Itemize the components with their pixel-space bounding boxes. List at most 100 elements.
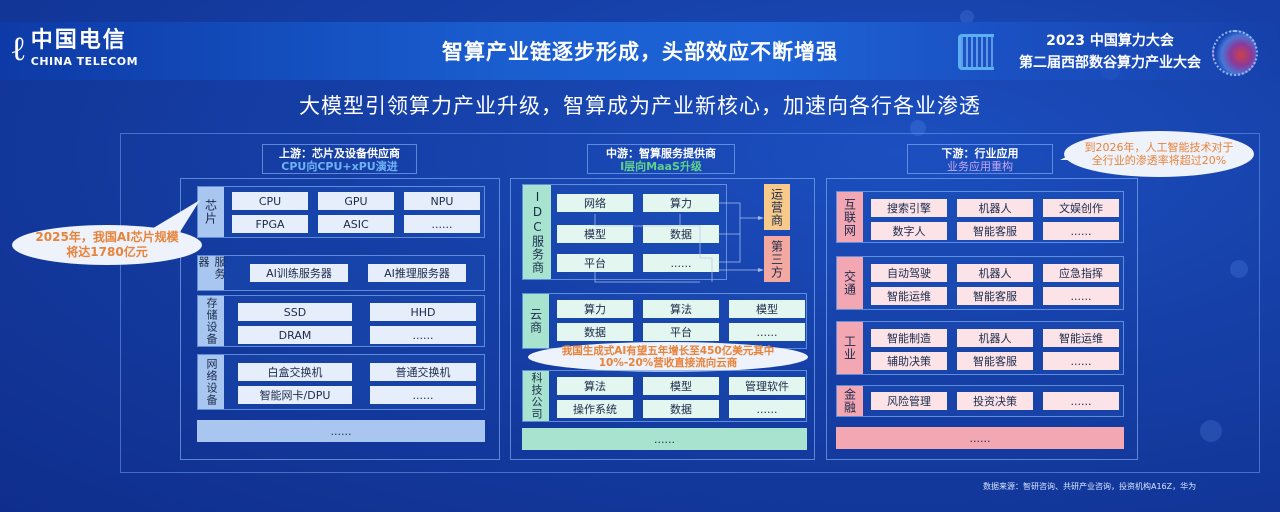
- item-cell: 投资决策: [957, 392, 1033, 410]
- midstream-title: 中游：智算服务提供商: [606, 147, 716, 160]
- item-cell: 机器人: [957, 199, 1033, 217]
- item-cell: AI推理服务器: [368, 264, 466, 282]
- group-label-text: IDC服务商: [530, 190, 545, 274]
- item-cell: ......: [404, 215, 480, 233]
- downstream-callout: 到2026年，人工智能技术对于全行业的渗透率将超过20%: [1064, 131, 1254, 177]
- downstream-group-finance: 金融 风险管理 投资决策 ......: [836, 385, 1124, 417]
- conference-title: 2023 中国算力大会 第二届西部数谷算力产业大会: [1010, 30, 1210, 74]
- item-cell: NPU: [404, 192, 480, 210]
- item-cell: 文娱创作: [1043, 199, 1119, 217]
- item-cell: CPU: [232, 192, 308, 210]
- item-cell: AI训练服务器: [250, 264, 348, 282]
- item-cell: 平台: [557, 254, 633, 272]
- upstream-group-chip: 芯片 CPU GPU NPU FPGA ASIC ......: [197, 186, 485, 238]
- upstream-header: 上游：芯片及设备供应商 CPU向CPU+xPU演进: [262, 144, 417, 174]
- page-title: 智算产业链逐步形成，头部效应不断增强: [442, 40, 838, 64]
- logo-english-text: CHINA TELECOM: [30, 55, 139, 68]
- item-cell: 管理软件: [729, 377, 805, 395]
- downstream-group-internet: 互联网 搜索引擎 机器人 文娱创作 数字人 智能客服 ......: [836, 191, 1124, 243]
- item-cell: 智能客服: [957, 287, 1033, 305]
- group-label: IDC服务商: [523, 185, 551, 279]
- item-cell: 网络: [557, 194, 633, 212]
- item-cell: 算力: [557, 300, 633, 318]
- group-label: 工业: [837, 322, 863, 374]
- item-cell: ......: [1043, 222, 1119, 240]
- item-cell: 机器人: [957, 264, 1033, 282]
- upstream-group-storage: 存储设备 SSD HHD DRAM ......: [197, 295, 485, 347]
- item-cell: 数据: [557, 323, 633, 341]
- midstream-callout-text: 我国生成式AI有望五年增长至450亿美元其中10%-20%营收直接流向云商: [561, 345, 775, 369]
- upstream-group-network: 网络设备 白盒交换机 普通交换机 智能网卡/DPU ......: [197, 354, 485, 410]
- upstream-subtitle: CPU向CPU+xPU演进: [281, 160, 398, 173]
- group-label: 存储设备: [198, 296, 224, 346]
- downstream-subtitle: 业务应用重构: [947, 160, 1013, 173]
- item-cell: 智能运维: [871, 287, 947, 305]
- item-cell: 辅助决策: [871, 352, 947, 370]
- midstream-group-cloud: 云商 算力 算法 模型 数据 平台 ......: [522, 293, 807, 349]
- item-cell: FPGA: [232, 215, 308, 233]
- item-cell: 智能制造: [871, 329, 947, 347]
- item-cell: 智能客服: [957, 352, 1033, 370]
- midstream-group-idc: IDC服务商 网络 算力 模型 数据 平台 ......: [522, 184, 727, 280]
- telecom-logo-icon: ℓ: [12, 29, 25, 69]
- item-cell: 智能运维: [1043, 329, 1119, 347]
- downstream-header: 下游：行业应用 业务应用重构: [907, 144, 1053, 174]
- item-cell: GPU: [318, 192, 394, 210]
- item-cell: 自动驾驶: [871, 264, 947, 282]
- item-cell: 应急指挥: [1043, 264, 1119, 282]
- item-cell: 搜索引擎: [871, 199, 947, 217]
- midstream-subtitle: I层向MaaS升级: [620, 160, 702, 173]
- item-cell: 算法: [643, 300, 719, 318]
- item-cell: ......: [370, 326, 476, 344]
- group-label: 互联网: [837, 192, 863, 242]
- downstream-more: ......: [836, 427, 1124, 449]
- downstream-callout-text: 到2026年，人工智能技术对于全行业的渗透率将超过20%: [1084, 141, 1234, 167]
- item-cell: SSD: [238, 303, 352, 321]
- item-cell: 智能网卡/DPU: [238, 386, 352, 404]
- item-cell: ......: [729, 400, 805, 418]
- midstream-header: 中游：智算服务提供商 I层向MaaS升级: [587, 144, 735, 174]
- item-cell: 数据: [643, 400, 719, 418]
- item-cell: ......: [729, 323, 805, 341]
- item-cell: 数字人: [871, 222, 947, 240]
- item-cell: 算法: [557, 377, 633, 395]
- item-cell: HHD: [370, 303, 476, 321]
- china-telecom-logo: ℓ 中国电信 CHINA TELECOM: [12, 29, 139, 69]
- item-cell: 智能客服: [957, 222, 1033, 240]
- group-label: 云商: [523, 294, 549, 348]
- upstream-title: 上游：芯片及设备供应商: [279, 147, 400, 160]
- downstream-group-transport: 交通 自动驾驶 机器人 应急指挥 智能运维 智能客服 ......: [836, 256, 1124, 310]
- conference-line-2: 第二届西部数谷算力产业大会: [1019, 55, 1201, 71]
- upstream-more: ......: [197, 420, 485, 442]
- item-cell: 操作系统: [557, 400, 633, 418]
- downstream-title: 下游：行业应用: [941, 147, 1019, 160]
- midstream-callout: 我国生成式AI有望五年增长至450亿美元其中10%-20%营收直接流向云商: [528, 342, 808, 372]
- target-third-party: 第三方: [764, 236, 790, 282]
- conference-globe-icon: [1212, 30, 1258, 76]
- group-label: 交通: [837, 257, 863, 309]
- item-cell: 数据: [643, 225, 719, 243]
- item-cell: 模型: [729, 300, 805, 318]
- downstream-group-industry: 工业 智能制造 机器人 智能运维 辅助决策 智能客服 ......: [836, 321, 1124, 375]
- group-label: 服务器: [197, 256, 226, 290]
- group-label: 网络设备: [198, 355, 224, 409]
- item-cell: 普通交换机: [370, 363, 476, 381]
- item-cell: DRAM: [238, 326, 352, 344]
- item-cell: ......: [1043, 392, 1119, 410]
- target-operator: 运营商: [764, 184, 790, 230]
- conference-line-1: 2023 中国算力大会: [1046, 33, 1174, 49]
- midstream-more: ......: [522, 428, 807, 450]
- conference-cube-icon: [958, 34, 994, 70]
- item-cell: 模型: [557, 225, 633, 243]
- midstream-group-tech: 科技公司 算法 模型 管理软件 操作系统 数据 ......: [522, 370, 807, 422]
- item-cell: ASIC: [318, 215, 394, 233]
- item-cell: 白盒交换机: [238, 363, 352, 381]
- data-source-note: 数据来源：智研咨询、共研产业咨询，投资机构A16Z，华为: [983, 482, 1197, 491]
- item-cell: ......: [1043, 287, 1119, 305]
- item-cell: ......: [370, 386, 476, 404]
- item-cell: 平台: [643, 323, 719, 341]
- item-cell: 风险管理: [871, 392, 947, 410]
- group-label: 芯片: [198, 187, 224, 237]
- page-subtitle: 大模型引领算力产业升级，智算成为产业新核心，加速向各行各业渗透: [299, 94, 981, 118]
- item-cell: ......: [1043, 352, 1119, 370]
